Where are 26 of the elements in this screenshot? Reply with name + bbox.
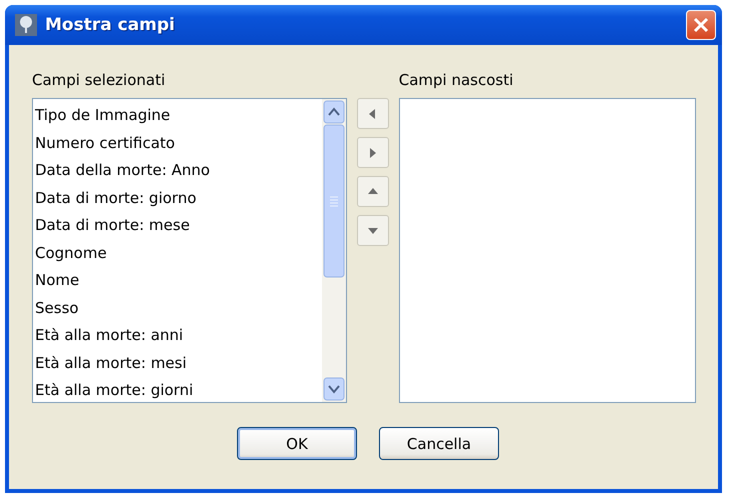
list-item[interactable]: Età alla morte: anni	[33, 322, 322, 350]
move-right-button[interactable]	[356, 137, 389, 168]
list-item[interactable]: Cognome	[33, 240, 322, 267]
list-label: Campi selezionati	[32, 71, 166, 91]
list-item[interactable]: Sesso	[33, 294, 322, 322]
hidden-fields-list[interactable]	[398, 98, 696, 403]
ok-button[interactable]: OK	[237, 427, 357, 460]
selected-fields-list[interactable]: Tipo de Immagine Numero certificato Data della morte: Anno Data di morte: giorno Data di morte: mese Cognome Nome Sesso Età alla morte: anni Età alla morte: mesi Età alla morte: giorni	[32, 98, 347, 403]
list-item[interactable]: Data della morte: Anno	[33, 157, 322, 184]
list-label: Campi nascosti	[398, 71, 514, 91]
list-item[interactable]: Età alla morte: giorni	[33, 377, 322, 404]
list-item[interactable]: Tipo de Immagine	[33, 102, 322, 130]
list-item[interactable]: Età alla morte: mesi	[33, 350, 322, 377]
close-button[interactable]	[686, 10, 716, 40]
close-icon	[692, 16, 710, 34]
move-left-button[interactable]	[356, 98, 389, 129]
list-item[interactable]: Numero certificato	[33, 130, 322, 157]
move-up-button[interactable]	[356, 176, 389, 207]
list-item[interactable]: Data di morte: giorno	[33, 184, 322, 212]
cancel-button[interactable]: Cancella	[379, 427, 499, 460]
scrollbar[interactable]	[322, 99, 346, 402]
tree-icon	[15, 14, 37, 36]
window-title: Mostra campi	[45, 15, 176, 35]
list-item[interactable]: Nome	[33, 267, 322, 294]
list-item[interactable]: Data di morte: mese	[33, 212, 322, 240]
move-down-button[interactable]	[356, 215, 389, 246]
